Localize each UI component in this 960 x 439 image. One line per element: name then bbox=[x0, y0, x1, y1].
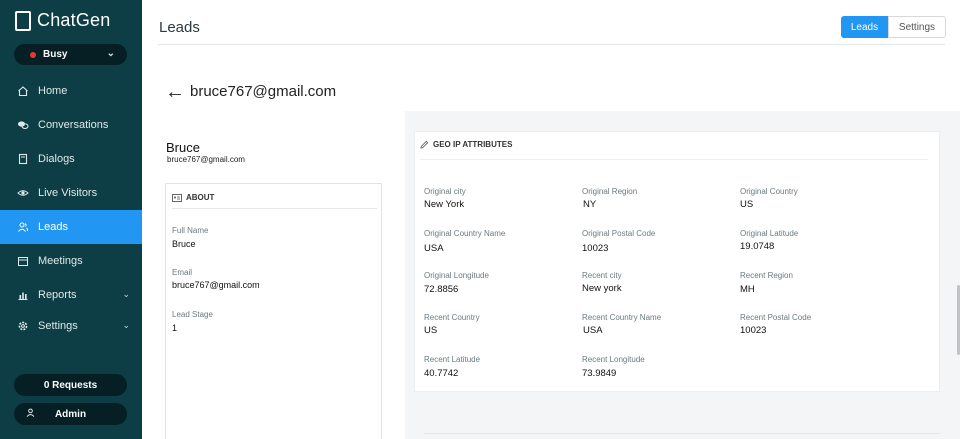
attr-label: Recent Country bbox=[424, 313, 480, 322]
chatgen-logo-icon bbox=[15, 10, 31, 31]
sidebar-item-label: Reports bbox=[38, 289, 77, 301]
field-value: Bruce bbox=[172, 239, 196, 249]
sidebar-item-label: Meetings bbox=[38, 255, 83, 267]
attr-value: USA bbox=[583, 325, 603, 336]
attr-label: Original Longitude bbox=[424, 271, 489, 280]
requests-button[interactable]: 0 Requests bbox=[14, 374, 127, 396]
status-label: Busy bbox=[43, 49, 68, 60]
attr-value: USA bbox=[424, 243, 444, 254]
lead-email: bruce767@gmail.com bbox=[167, 155, 245, 164]
attr-value: US bbox=[424, 325, 438, 336]
users-icon bbox=[17, 221, 29, 233]
home-icon bbox=[17, 85, 29, 97]
sidebar-item-label: Leads bbox=[38, 221, 68, 233]
divider bbox=[172, 208, 377, 209]
sidebar-item-settings[interactable]: Settings ⌄ bbox=[0, 309, 142, 343]
attr-label: Recent Longitude bbox=[582, 355, 645, 364]
page-title: Leads bbox=[159, 19, 200, 36]
back-arrow-icon[interactable]: ← bbox=[165, 81, 185, 104]
lead-title: bruce767@gmail.com bbox=[190, 83, 337, 100]
sidebar-item-label: Settings bbox=[38, 320, 78, 332]
sidebar-item-reports[interactable]: Reports ⌄ bbox=[0, 278, 142, 312]
about-heading-label: ABOUT bbox=[186, 193, 215, 202]
availability-status-dropdown[interactable]: Busy ⌄ bbox=[14, 44, 127, 65]
about-heading: ABOUT bbox=[172, 193, 214, 202]
attr-value: 10023 bbox=[740, 325, 767, 336]
attr-label: Original Region bbox=[582, 187, 638, 196]
sidebar-item-label: Live Visitors bbox=[38, 187, 98, 199]
attr-label: Recent Region bbox=[740, 271, 793, 280]
attr-value: New York bbox=[424, 199, 465, 210]
divider bbox=[420, 159, 928, 160]
attr-value: MH bbox=[740, 284, 755, 295]
chevron-down-icon: ⌄ bbox=[122, 320, 130, 330]
bar-chart-icon bbox=[17, 289, 29, 301]
attr-label: Recent city bbox=[582, 271, 622, 280]
eye-icon bbox=[17, 187, 29, 199]
geo-ip-card: GEO IP ATTRIBUTES Original city New York… bbox=[414, 131, 940, 392]
attr-label: Original Latitude bbox=[740, 229, 799, 238]
sidebar-item-meetings[interactable]: Meetings bbox=[0, 244, 142, 278]
user-icon bbox=[26, 408, 35, 420]
brand-name: ChatGen bbox=[37, 10, 111, 30]
sidebar-nav: Home Conversations Dialogs Live Visitors… bbox=[0, 74, 142, 346]
attr-value: 19.0748 bbox=[740, 241, 775, 252]
brand-logo[interactable]: ChatGen bbox=[15, 10, 110, 31]
geo-heading: GEO IP ATTRIBUTES bbox=[420, 140, 512, 149]
field-value: bruce767@gmail.com bbox=[172, 280, 260, 290]
attr-value: New york bbox=[582, 283, 622, 294]
attr-value: 10023 bbox=[582, 243, 609, 254]
sidebar-item-label: Conversations bbox=[38, 119, 109, 131]
attr-label: Original city bbox=[424, 187, 466, 196]
sidebar-item-conversations[interactable]: Conversations bbox=[0, 108, 142, 142]
field-label: Full Name bbox=[172, 226, 209, 235]
field-label: Email bbox=[172, 268, 193, 277]
status-dot-icon bbox=[30, 51, 36, 58]
id-card-icon bbox=[172, 193, 182, 202]
attr-label: Original Country bbox=[740, 187, 798, 196]
tab-leads[interactable]: Leads bbox=[841, 16, 888, 38]
sidebar-item-leads[interactable]: Leads bbox=[0, 210, 142, 244]
chevron-down-icon: ⌄ bbox=[122, 289, 130, 299]
sidebar-item-label: Dialogs bbox=[38, 153, 75, 165]
chat-icon bbox=[17, 119, 29, 131]
attr-value: NY bbox=[583, 199, 597, 210]
about-card: ABOUT Full Name Bruce Email bruce767@gma… bbox=[165, 183, 382, 439]
tab-settings[interactable]: Settings bbox=[888, 16, 946, 38]
attr-value: 73.9849 bbox=[582, 368, 617, 379]
requests-label: 0 Requests bbox=[43, 379, 98, 391]
header-divider bbox=[158, 44, 945, 45]
sidebar-item-live-visitors[interactable]: Live Visitors bbox=[0, 176, 142, 210]
lead-name: Bruce bbox=[166, 140, 200, 155]
sidebar-item-home[interactable]: Home bbox=[0, 74, 142, 108]
attr-value: 40.7742 bbox=[424, 368, 459, 379]
attr-label: Recent Country Name bbox=[582, 313, 662, 322]
attr-value: 72.8856 bbox=[424, 284, 459, 295]
document-icon bbox=[17, 153, 29, 165]
sidebar: ChatGen Busy ⌄ Home Conversations Dialog… bbox=[0, 0, 142, 439]
user-name: Admin bbox=[54, 408, 87, 420]
field-label: Lead Stage bbox=[172, 310, 213, 319]
field-value: 1 bbox=[172, 323, 178, 333]
gear-icon bbox=[17, 320, 29, 332]
chevron-down-icon: ⌄ bbox=[106, 48, 115, 59]
user-menu-button[interactable]: Admin bbox=[14, 403, 127, 425]
sidebar-item-dialogs[interactable]: Dialogs bbox=[0, 142, 142, 176]
attr-label: Original Country Name bbox=[424, 229, 506, 238]
divider bbox=[424, 433, 940, 434]
pencil-icon[interactable] bbox=[420, 140, 429, 149]
attr-label: Original Postal Code bbox=[582, 229, 656, 238]
calendar-icon bbox=[17, 255, 29, 267]
attr-label: Recent Postal Code bbox=[740, 313, 812, 322]
attr-label: Recent Latitude bbox=[424, 355, 481, 364]
geo-heading-label: GEO IP ATTRIBUTES bbox=[433, 140, 513, 149]
attr-value: US bbox=[740, 199, 754, 210]
sidebar-item-label: Home bbox=[38, 85, 68, 97]
